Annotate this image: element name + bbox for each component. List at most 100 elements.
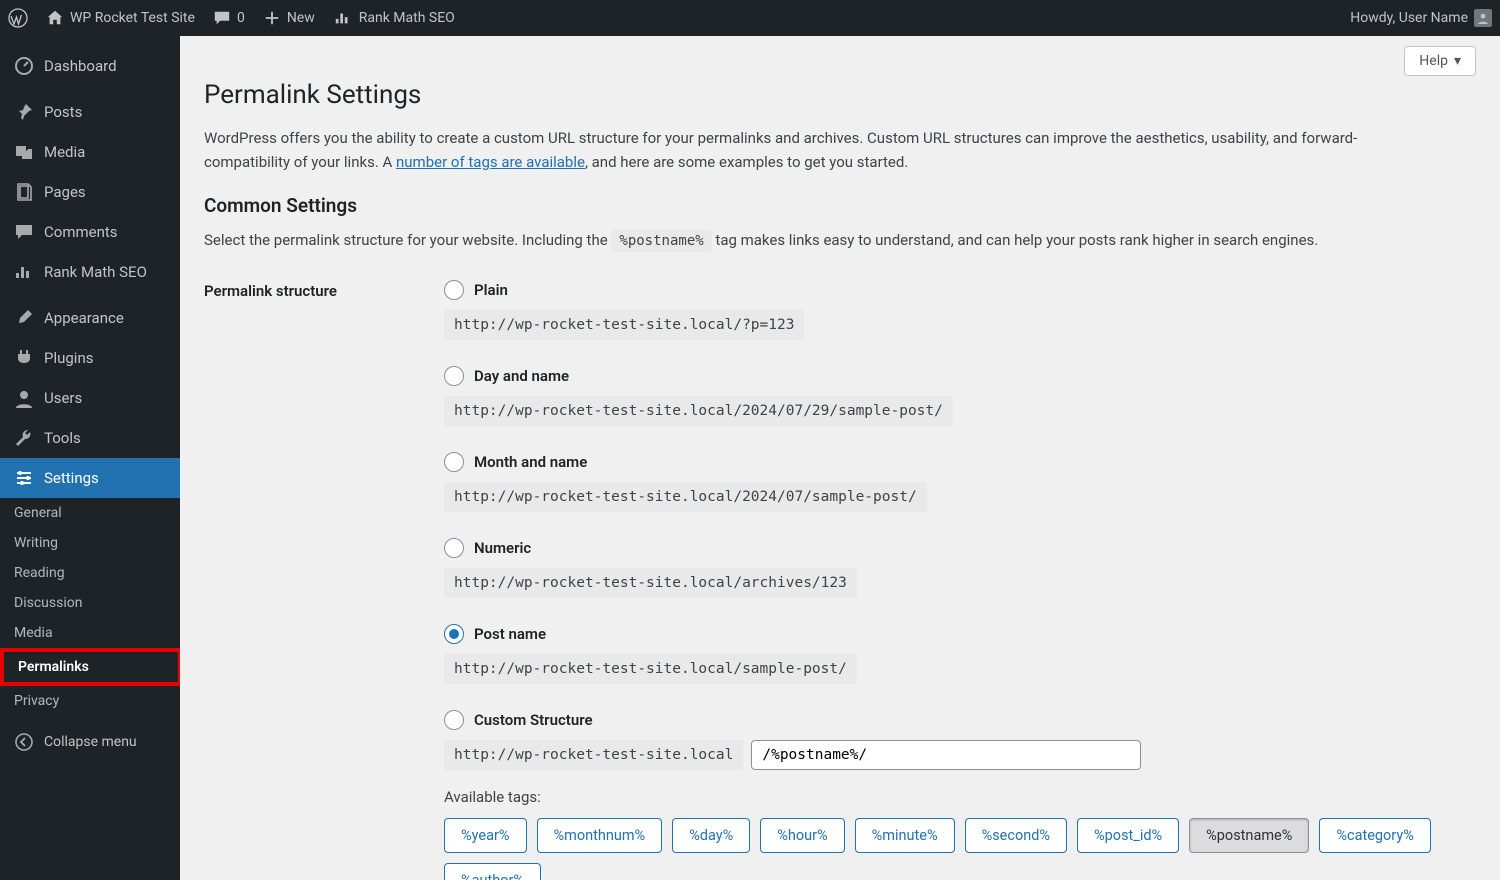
tag-year[interactable]: %year%	[444, 818, 527, 853]
desc-after: tag makes links easy to understand, and …	[712, 231, 1319, 249]
intro-link[interactable]: number of tags are available	[396, 153, 585, 171]
site-name-label: WP Rocket Test Site	[70, 10, 195, 26]
sidebar-item-users[interactable]: Users	[0, 378, 180, 418]
greeting-label: Howdy, User Name	[1350, 10, 1468, 26]
sidebar-sub-media[interactable]: Media	[0, 618, 180, 648]
admin-bar-new[interactable]: New	[263, 9, 315, 27]
dashboard-icon	[14, 56, 34, 76]
avatar-icon	[1474, 9, 1492, 27]
tag-minute[interactable]: %minute%	[855, 818, 955, 853]
radio-post-name[interactable]	[444, 624, 464, 644]
sidebar-item-plugins[interactable]: Plugins	[0, 338, 180, 378]
option-day-and-name: Day and name http://wp-rocket-test-site.…	[444, 366, 1476, 426]
wordpress-icon	[8, 8, 28, 28]
sidebar-item-comments[interactable]: Comments	[0, 212, 180, 252]
sidebar-sub-reading[interactable]: Reading	[0, 558, 180, 588]
admin-bar-greeting[interactable]: Howdy, User Name	[1350, 9, 1492, 27]
page-icon	[14, 182, 34, 202]
sidebar-sub-discussion[interactable]: Discussion	[0, 588, 180, 618]
label-numeric[interactable]: Numeric	[474, 539, 531, 557]
radio-numeric[interactable]	[444, 538, 464, 558]
custom-structure-input[interactable]	[751, 740, 1141, 770]
sidebar-item-appearance[interactable]: Appearance	[0, 298, 180, 338]
sidebar-item-dashboard[interactable]: Dashboard	[0, 46, 180, 86]
sidebar-label: Comments	[44, 223, 118, 241]
admin-bar-rankmath[interactable]: Rank Math SEO	[333, 9, 455, 27]
plus-icon	[263, 9, 281, 27]
sidebar-item-media[interactable]: Media	[0, 132, 180, 172]
custom-url-prefix: http://wp-rocket-test-site.local	[444, 740, 743, 770]
sidebar-label: Dashboard	[44, 57, 117, 75]
radio-month-and-name[interactable]	[444, 452, 464, 472]
admin-bar: WP Rocket Test Site 0 New Rank Math SEO …	[0, 0, 1500, 36]
option-month-and-name: Month and name http://wp-rocket-test-sit…	[444, 452, 1476, 512]
permalink-structure-label: Permalink structure	[204, 280, 444, 880]
common-settings-heading: Common Settings	[204, 194, 1476, 217]
radio-day-and-name[interactable]	[444, 366, 464, 386]
help-button[interactable]: Help ▾	[1404, 46, 1476, 76]
url-month-and-name: http://wp-rocket-test-site.local/2024/07…	[444, 482, 927, 512]
sidebar-sub-permalinks[interactable]: Permalinks	[0, 648, 180, 686]
chart-icon	[333, 9, 353, 27]
tag-post-id[interactable]: %post_id%	[1077, 818, 1179, 853]
sidebar-item-pages[interactable]: Pages	[0, 172, 180, 212]
desc-before: Select the permalink structure for your …	[204, 231, 611, 249]
tag-hour[interactable]: %hour%	[760, 818, 844, 853]
label-month-and-name[interactable]: Month and name	[474, 453, 587, 471]
collapse-icon	[14, 732, 34, 752]
intro-text: WordPress offers you the ability to crea…	[204, 126, 1404, 174]
tag-category[interactable]: %category%	[1319, 818, 1430, 853]
sidebar-label: Tools	[44, 429, 81, 447]
home-icon	[46, 9, 64, 27]
page-title: Permalink Settings	[204, 80, 1476, 110]
sidebar-label: Plugins	[44, 349, 93, 367]
label-post-name[interactable]: Post name	[474, 625, 546, 643]
content-area: Help ▾ Permalink Settings WordPress offe…	[180, 36, 1500, 880]
radio-plain[interactable]	[444, 280, 464, 300]
tag-author[interactable]: %author%	[444, 863, 541, 880]
sidebar-item-posts[interactable]: Posts	[0, 92, 180, 132]
sidebar-label: Appearance	[44, 309, 124, 327]
sidebar-label: Posts	[44, 103, 82, 121]
admin-bar-wp-logo[interactable]	[8, 8, 28, 28]
tag-second[interactable]: %second%	[965, 818, 1067, 853]
tag-postname[interactable]: %postname%	[1189, 818, 1309, 853]
admin-bar-site-name[interactable]: WP Rocket Test Site	[46, 9, 195, 27]
available-tags-label: Available tags:	[444, 788, 1476, 806]
label-day-and-name[interactable]: Day and name	[474, 367, 569, 385]
new-label: New	[287, 10, 315, 26]
option-numeric: Numeric http://wp-rocket-test-site.local…	[444, 538, 1476, 598]
url-plain: http://wp-rocket-test-site.local/?p=123	[444, 310, 804, 340]
common-settings-desc: Select the permalink structure for your …	[204, 229, 1476, 252]
admin-sidebar: Dashboard Posts Media Pages Comments Ran…	[0, 36, 180, 880]
label-custom[interactable]: Custom Structure	[474, 711, 593, 729]
tag-monthnum[interactable]: %monthnum%	[537, 818, 663, 853]
option-custom: Custom Structure http://wp-rocket-test-s…	[444, 710, 1476, 880]
sidebar-sub-general[interactable]: General	[0, 498, 180, 528]
admin-bar-comments[interactable]: 0	[213, 9, 245, 27]
plug-icon	[14, 348, 34, 368]
sidebar-sub-privacy[interactable]: Privacy	[0, 686, 180, 716]
sidebar-label: Users	[44, 389, 82, 407]
collapse-label: Collapse menu	[44, 734, 137, 750]
chart-icon	[14, 262, 34, 282]
label-plain[interactable]: Plain	[474, 281, 508, 299]
sidebar-item-tools[interactable]: Tools	[0, 418, 180, 458]
radio-custom[interactable]	[444, 710, 464, 730]
sidebar-label: Settings	[44, 469, 99, 487]
intro-after: , and here are some examples to get you …	[585, 153, 908, 171]
sidebar-item-rankmath[interactable]: Rank Math SEO	[0, 252, 180, 292]
sidebar-label: Media	[44, 143, 85, 161]
sidebar-collapse[interactable]: Collapse menu	[0, 722, 180, 762]
sidebar-item-settings[interactable]: Settings	[0, 458, 180, 498]
comment-count: 0	[237, 10, 245, 26]
url-numeric: http://wp-rocket-test-site.local/archive…	[444, 568, 857, 598]
rankmath-label: Rank Math SEO	[359, 10, 455, 26]
sidebar-label: Pages	[44, 183, 86, 201]
tag-day[interactable]: %day%	[672, 818, 750, 853]
comment-icon	[14, 222, 34, 242]
help-label: Help	[1419, 53, 1448, 69]
sidebar-sub-writing[interactable]: Writing	[0, 528, 180, 558]
brush-icon	[14, 308, 34, 328]
url-post-name: http://wp-rocket-test-site.local/sample-…	[444, 654, 857, 684]
